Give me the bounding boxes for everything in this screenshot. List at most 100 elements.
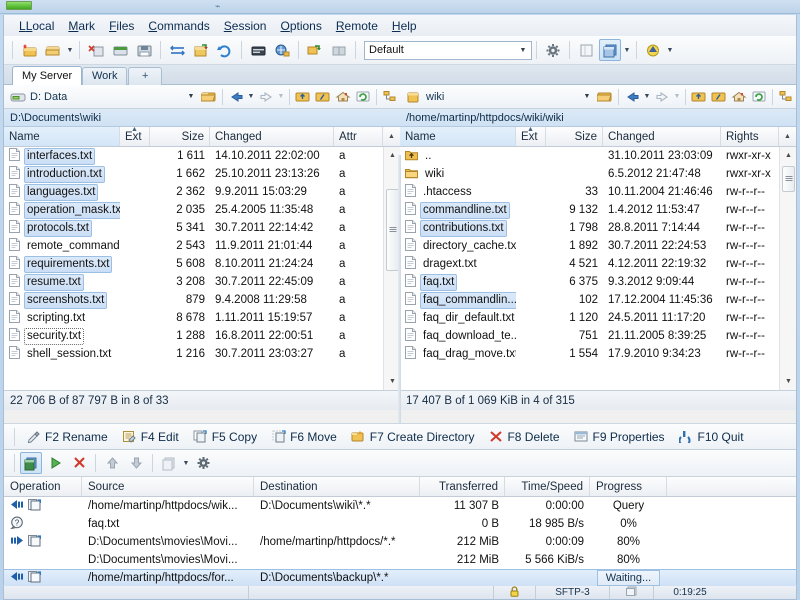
- menu-session[interactable]: Session: [217, 17, 274, 35]
- disconnect-icon[interactable]: [109, 39, 131, 61]
- table-row[interactable]: shell_session.txt 1 216 30.7.2011 23:03:27…: [4, 345, 400, 363]
- table-row[interactable]: faq.txt 6 375 9.3.2012 9:09:44 rw-r--r--: [400, 273, 796, 291]
- queue-row[interactable]: /home/martinp/httpdocs/wik... D:\Document…: [4, 497, 796, 515]
- fkey-f2-rename[interactable]: F2 Rename: [19, 429, 115, 444]
- synchronize-icon[interactable]: [166, 39, 188, 61]
- queue-col-progress[interactable]: Progress: [590, 477, 667, 496]
- local-forward-dropdown-icon[interactable]: ▼: [276, 86, 286, 108]
- fkey-f10-quit[interactable]: F10 Quit: [672, 429, 751, 444]
- local-col-changed[interactable]: Changed: [210, 127, 334, 146]
- remote-col-name[interactable]: Name: [400, 127, 516, 146]
- queue-col-operation[interactable]: Operation: [4, 477, 82, 496]
- remote-forward-dropdown-icon[interactable]: ▼: [672, 86, 682, 108]
- queue-options-icon[interactable]: [158, 452, 180, 474]
- table-row[interactable]: resume.txt 3 208 30.7.2011 22:45:09 a: [4, 273, 400, 291]
- scroll-down-icon[interactable]: ▼: [780, 373, 796, 390]
- local-drive-dropdown-icon[interactable]: ▼: [183, 93, 199, 100]
- menu-options[interactable]: Options: [273, 17, 328, 35]
- table-row[interactable]: faq_commandlin... 102 17.12.2004 11:45:36 r…: [400, 291, 796, 309]
- table-row[interactable]: faq_drag_move.txt 1 554 17.9.2010 9:34:23 r…: [400, 345, 796, 363]
- table-row[interactable]: .htaccess 33 10.11.2004 21:46:46 rw-r--r--: [400, 183, 796, 201]
- queue-col-destination[interactable]: Destination: [254, 477, 420, 496]
- chevron-down-icon[interactable]: ▼: [515, 42, 531, 59]
- scroll-up-icon[interactable]: ▲: [780, 147, 796, 164]
- tab-work[interactable]: Work: [82, 67, 128, 85]
- commander-view-icon[interactable]: [599, 39, 621, 61]
- local-root-directory-icon[interactable]: [313, 87, 333, 107]
- local-col-ext[interactable]: ▲ Ext: [120, 126, 150, 146]
- explorer-view-icon[interactable]: [575, 39, 597, 61]
- table-row[interactable]: requirements.txt 5 608 8.10.2011 21:24:24 a: [4, 255, 400, 273]
- open-session-dropdown-icon[interactable]: ▼: [65, 39, 75, 61]
- menu-files[interactable]: Files: [102, 17, 141, 35]
- remote-refresh-icon[interactable]: [749, 87, 769, 107]
- table-row[interactable]: languages.txt 2 362 9.9.2011 15:03:29 a: [4, 183, 400, 201]
- menu-commands[interactable]: Commands: [141, 17, 216, 35]
- local-back-icon[interactable]: [226, 87, 246, 107]
- remote-forward-icon[interactable]: [652, 87, 672, 107]
- queue-settings-icon[interactable]: [192, 452, 214, 474]
- remote-col-size[interactable]: Size: [546, 127, 603, 146]
- table-row[interactable]: remote_command... 2 543 11.9.2011 21:01:44…: [4, 237, 400, 255]
- delete-icon[interactable]: [68, 452, 90, 474]
- table-row[interactable]: commandline.txt 9 132 1.4.2012 11:53:47 rw-…: [400, 201, 796, 219]
- remote-scroll-thumb[interactable]: [782, 166, 795, 192]
- table-row[interactable]: wiki 6.5.2012 21:47:48 rwxr-xr-x: [400, 165, 796, 183]
- synchronize-browsing-icon[interactable]: [214, 39, 236, 61]
- local-back-dropdown-icon[interactable]: ▼: [246, 86, 256, 108]
- status-cell-clipboard[interactable]: [610, 586, 654, 599]
- open-session-icon[interactable]: [42, 39, 64, 61]
- local-directory-tree-icon[interactable]: [380, 87, 400, 107]
- queue-row[interactable]: D:\Documents\movies\Movi... /home/martinp…: [4, 533, 796, 551]
- tab-new[interactable]: +: [128, 67, 163, 85]
- table-row[interactable]: security.txt 1 288 16.8.2011 22:00:51 a: [4, 327, 400, 345]
- menu-local[interactable]: LLocal: [12, 17, 61, 35]
- transfer-preset-combo[interactable]: Default ▼: [364, 40, 532, 60]
- table-row[interactable]: directory_cache.txt 1 892 30.7.2011 22:24:…: [400, 237, 796, 255]
- keep-remote-up-to-date-icon[interactable]: [190, 39, 212, 61]
- remote-back-dropdown-icon[interactable]: ▼: [642, 86, 652, 108]
- table-row[interactable]: dragext.txt 4 521 4.12.2011 22:19:32 rw-r--…: [400, 255, 796, 273]
- new-session-icon[interactable]: [18, 39, 40, 61]
- queue-row[interactable]: ? faq.txt 0 B 18 985 B/s 0%: [4, 515, 796, 533]
- queue-col-transferred[interactable]: Transferred: [420, 477, 505, 496]
- remote-vertical-scrollbar[interactable]: ▲ ▼: [779, 147, 796, 390]
- menu-mark[interactable]: Mark: [61, 17, 102, 35]
- local-parent-directory-icon[interactable]: [293, 87, 313, 107]
- remote-dir-value[interactable]: wiki: [426, 91, 579, 103]
- move-up-icon[interactable]: [101, 452, 123, 474]
- fkey-f9-properties[interactable]: F9 Properties: [567, 429, 672, 444]
- save-session-icon[interactable]: [133, 39, 155, 61]
- table-row[interactable]: scripting.txt 8 678 1.11.2011 15:19:57 a: [4, 309, 400, 327]
- fkey-f5-copy[interactable]: F5 Copy: [186, 429, 264, 444]
- fkey-f6-move[interactable]: F6 Move: [264, 429, 344, 444]
- menu-remote[interactable]: Remote: [329, 17, 385, 35]
- queue-col-time-speed[interactable]: Time/Speed: [505, 477, 590, 496]
- menu-help[interactable]: Help: [385, 17, 424, 35]
- show-queue-icon[interactable]: [20, 452, 42, 474]
- local-refresh-icon[interactable]: [353, 87, 373, 107]
- fkey-f8-delete[interactable]: F8 Delete: [481, 429, 566, 444]
- local-home-directory-icon[interactable]: [333, 87, 353, 107]
- remote-header-scroll-up-icon[interactable]: ▲: [779, 127, 796, 146]
- close-session-icon[interactable]: [85, 39, 107, 61]
- remote-back-icon[interactable]: [622, 87, 642, 107]
- local-col-size[interactable]: Size: [150, 127, 210, 146]
- queue-rows[interactable]: /home/martinp/httpdocs/wik... D:\Document…: [4, 497, 796, 596]
- preferences-icon[interactable]: [542, 39, 564, 61]
- local-forward-icon[interactable]: [256, 87, 276, 107]
- queue-options-dropdown-icon[interactable]: ▼: [181, 452, 191, 474]
- table-row[interactable]: protocols.txt 5 341 30.7.2011 22:14:42 a: [4, 219, 400, 237]
- remote-file-list[interactable]: .. 31.10.2011 23:03:09 rwxr-xr-x wiki 6.5.20…: [400, 147, 796, 390]
- tab-my-server[interactable]: My Server: [12, 66, 83, 85]
- table-row[interactable]: contributions.txt 1 798 28.8.2011 7:14:44 r…: [400, 219, 796, 237]
- local-open-directory-icon[interactable]: [199, 87, 219, 107]
- local-col-name[interactable]: Name: [4, 127, 120, 146]
- queue-row[interactable]: /home/martinp/httpdocs/for... D:\Document…: [4, 569, 796, 587]
- compare-directories-icon[interactable]: [328, 39, 350, 61]
- pageant-icon[interactable]: [642, 39, 664, 61]
- queue-row[interactable]: D:\Documents\movies\Movi... 212 MiB 5 566 …: [4, 551, 796, 569]
- fkey-f7-create-directory[interactable]: F7 Create Directory: [344, 429, 482, 444]
- move-down-icon[interactable]: [125, 452, 147, 474]
- remote-dir-dropdown-icon[interactable]: ▼: [579, 93, 595, 100]
